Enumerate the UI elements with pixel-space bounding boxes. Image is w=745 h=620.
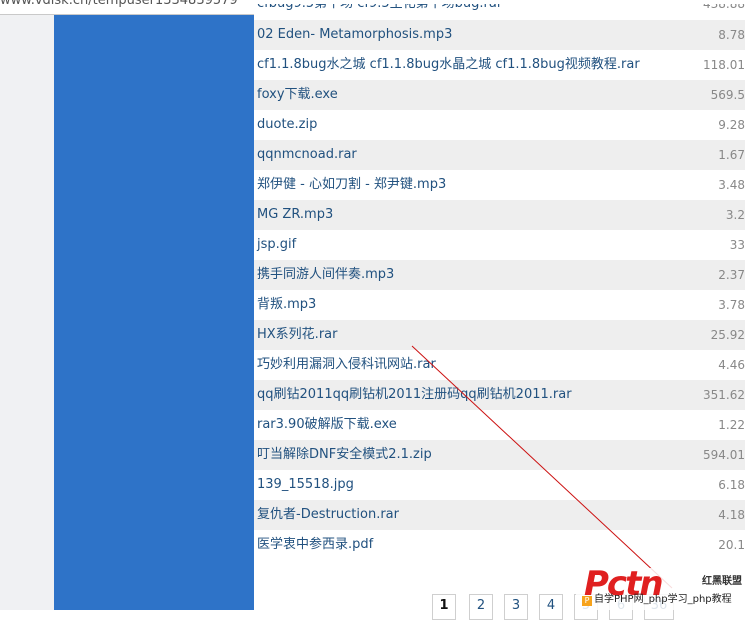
file-size: 1.22	[718, 418, 745, 432]
file-size: 2.37	[718, 268, 745, 282]
table-row: 郑伊健 - 心如刀割 - 郑尹键.mp3 3.48	[254, 170, 745, 200]
table-row: 背叛.mp3 3.78	[254, 290, 745, 320]
file-size: 3.48	[718, 178, 745, 192]
file-name-link[interactable]: 139_15518.jpg	[257, 470, 354, 500]
file-size: 1.67	[718, 148, 745, 162]
watermark: Pctn 红黑联盟 P 自学PHP网_php学习_php教程	[576, 564, 745, 610]
file-name-link[interactable]: MG ZR.mp3	[257, 200, 333, 230]
file-size: 351.62	[703, 388, 745, 402]
file-size: 8.78	[718, 28, 745, 42]
table-row: qq刷钻2011qq刷钻机2011注册码qq刷钻机2011.rar 351.62	[254, 380, 745, 410]
file-name-link[interactable]: foxy下载.exe	[257, 80, 338, 110]
file-size: 25.92	[710, 328, 745, 342]
page-button-2[interactable]: 2	[469, 594, 493, 620]
page-button-3[interactable]: 3	[504, 594, 528, 620]
file-name-link[interactable]: duote.zip	[257, 110, 317, 140]
table-row: 巧妙利用漏洞入侵科讯网站.rar 4.46	[254, 350, 745, 380]
watermark-brand: 红黑联盟	[702, 576, 742, 587]
table-row: HX系列花.rar 25.92	[254, 320, 745, 350]
file-name-link[interactable]: jsp.gif	[257, 230, 296, 260]
file-name-link[interactable]: rar3.90破解版下载.exe	[257, 410, 397, 440]
table-row: 叮当解除DNF安全模式2.1.zip 594.01	[254, 440, 745, 470]
file-name-link[interactable]: 携手同游人间伴奏.mp3	[257, 260, 394, 290]
watermark-caption-row: P 自学PHP网_php学习_php教程	[582, 592, 745, 608]
table-row: jsp.gif 33	[254, 230, 745, 260]
file-name-link[interactable]: 复仇者-Destruction.rar	[257, 500, 399, 530]
file-size: 438.88	[703, 4, 745, 11]
table-row: qqnmcnoad.rar 1.67	[254, 140, 745, 170]
file-name-link[interactable]: 背叛.mp3	[257, 290, 316, 320]
file-size: 3.2	[725, 208, 745, 222]
table-row: cf1.1.8bug水之城 cf1.1.8bug水晶之城 cf1.1.8bug视…	[254, 50, 745, 80]
watermark-caption: 自学PHP网_php学习_php教程	[594, 594, 732, 605]
file-name-link[interactable]: 医学衷中参西录.pdf	[257, 530, 373, 560]
file-size: 4.46	[718, 358, 745, 372]
table-row: 02 Eden- Metamorphosis.mp3 8.78	[254, 20, 745, 50]
file-name-link[interactable]: HX系列花.rar	[257, 320, 337, 350]
file-name-link[interactable]: 02 Eden- Metamorphosis.mp3	[257, 20, 452, 50]
table-row: 携手同游人间伴奏.mp3 2.37	[254, 260, 745, 290]
file-size: 118.01	[703, 58, 745, 72]
file-name-link[interactable]: 叮当解除DNF安全模式2.1.zip	[257, 440, 432, 470]
file-name-link[interactable]: cf1.1.8bug水之城 cf1.1.8bug水晶之城 cf1.1.8bug视…	[257, 50, 640, 80]
page-button-4[interactable]: 4	[539, 594, 563, 620]
sidebar-panel	[54, 15, 254, 610]
file-size: 4.18	[718, 508, 745, 522]
left-gutter	[0, 15, 54, 610]
php-site-icon: P	[582, 596, 592, 606]
address-url: www.vdisk.cn/tempuser1334839579	[0, 0, 238, 8]
table-row: duote.zip 9.28	[254, 110, 745, 140]
table-row: MG ZR.mp3 3.2	[254, 200, 745, 230]
file-name-link[interactable]: 郑伊健 - 心如刀割 - 郑尹键.mp3	[257, 170, 446, 200]
file-name-link[interactable]: qqnmcnoad.rar	[257, 140, 357, 170]
table-row: foxy下载.exe 569.5	[254, 80, 745, 110]
file-name-link[interactable]: qq刷钻2011qq刷钻机2011注册码qq刷钻机2011.rar	[257, 380, 572, 410]
file-size: 3.78	[718, 298, 745, 312]
file-name-link[interactable]: 巧妙利用漏洞入侵科讯网站.rar	[257, 350, 436, 380]
file-size: 594.01	[703, 448, 745, 462]
page-button-1[interactable]: 1	[432, 594, 456, 620]
file-name-link[interactable]: cfbug9.5第十场 cf9.5生化第十场bug.rar	[257, 4, 502, 12]
file-size: 569.5	[710, 88, 745, 102]
file-list: cfbug9.5第十场 cf9.5生化第十场bug.rar 438.88 02 …	[254, 4, 745, 560]
file-size: 6.18	[718, 478, 745, 492]
table-row: cfbug9.5第十场 cf9.5生化第十场bug.rar 438.88	[254, 4, 745, 20]
table-row: 复仇者-Destruction.rar 4.18	[254, 500, 745, 530]
file-size: 9.28	[718, 118, 745, 132]
table-row: 医学衷中参西录.pdf 20.1	[254, 530, 745, 560]
file-size: 33	[729, 238, 745, 252]
table-row: 139_15518.jpg 6.18	[254, 470, 745, 500]
file-size: 20.1	[718, 538, 745, 552]
table-row: rar3.90破解版下载.exe 1.22	[254, 410, 745, 440]
